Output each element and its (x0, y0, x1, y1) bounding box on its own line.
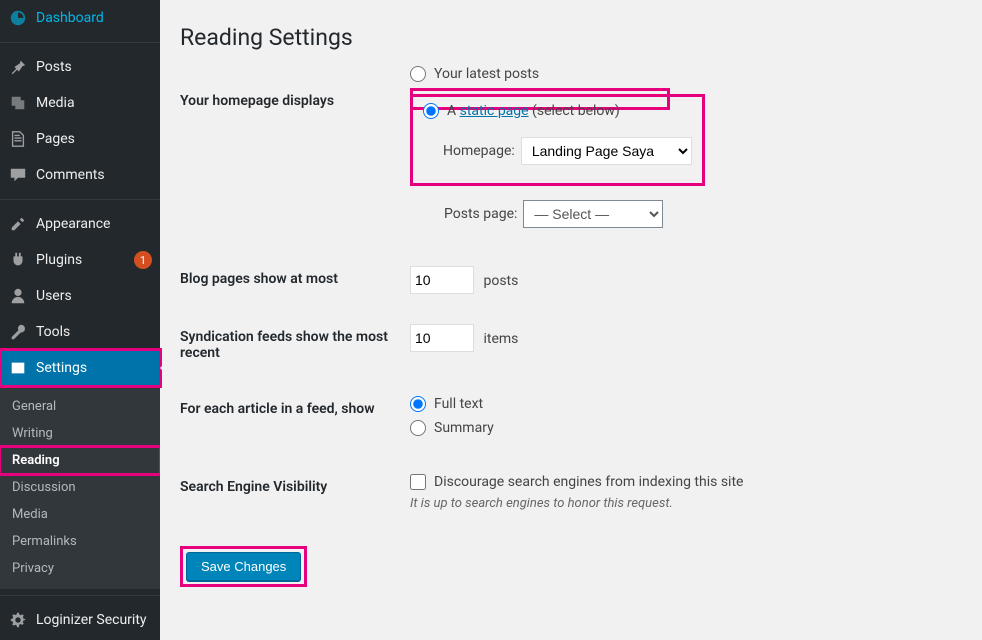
update-badge: 1 (134, 251, 152, 269)
dashboard-icon (8, 8, 28, 28)
blog-pages-input[interactable] (410, 266, 474, 294)
radio-summary-label: Summary (434, 420, 494, 436)
sidebar-label: Dashboard (36, 10, 152, 26)
sidebar-item-plugins[interactable]: Plugins 1 (0, 242, 160, 278)
appearance-icon (8, 214, 28, 234)
sidebar-label: Posts (36, 59, 152, 75)
highlight-save-box: Save Changes (180, 546, 307, 587)
radio-latest-posts[interactable] (410, 66, 426, 82)
submenu-general[interactable]: General (0, 393, 160, 420)
sidebar-label: Users (36, 288, 152, 304)
sidebar-label: Tools (36, 324, 152, 340)
sidebar-label: Settings (36, 360, 152, 376)
admin-sidebar: Dashboard Posts Media Pages Comments App… (0, 0, 160, 640)
sidebar-label: Comments (36, 167, 152, 183)
pages-icon (8, 129, 28, 149)
radio-full-text-label: Full text (434, 396, 483, 412)
submenu-reading[interactable]: Reading (0, 447, 160, 474)
comments-icon (8, 165, 28, 185)
homepage-displays-label: Your homepage displays (180, 73, 400, 251)
main-content: Reading Settings Your homepage displays … (160, 0, 982, 640)
syndication-input[interactable] (410, 324, 474, 352)
sidebar-item-appearance[interactable]: Appearance (0, 206, 160, 242)
sidebar-item-loginizer[interactable]: Loginizer Security (0, 602, 160, 638)
settings-form: Your homepage displays Your latest posts (180, 73, 962, 526)
static-page-link[interactable]: static page (460, 103, 529, 119)
sev-check-label: Discourage search engines from indexing … (434, 474, 743, 490)
gear-icon (8, 610, 28, 630)
sidebar-item-settings[interactable]: Settings (0, 350, 160, 386)
submenu-privacy[interactable]: Privacy (0, 555, 160, 582)
sidebar-item-comments[interactable]: Comments (0, 157, 160, 193)
radio-static-page[interactable] (423, 103, 439, 119)
homepage-select[interactable]: Landing Page Saya (521, 137, 692, 165)
pin-icon (8, 57, 28, 77)
sev-label: Search Engine Visibility (180, 459, 400, 526)
sidebar-label: Pages (36, 131, 152, 147)
sev-desc: It is up to search engines to honor this… (410, 496, 952, 511)
sev-checkbox[interactable] (410, 474, 426, 490)
submenu-permalinks[interactable]: Permalinks (0, 528, 160, 555)
radio-full-text[interactable] (410, 396, 426, 412)
blog-pages-label: Blog pages show at most (180, 251, 400, 309)
highlight-homepage-box: A static page (select below) Homepage: L… (410, 94, 705, 186)
feed-label: For each article in a feed, show (180, 381, 400, 459)
sidebar-item-media[interactable]: Media (0, 85, 160, 121)
save-button[interactable]: Save Changes (186, 552, 301, 581)
postspage-select[interactable]: — Select — (523, 200, 663, 228)
page-title: Reading Settings (180, 24, 962, 51)
blog-pages-unit: posts (483, 273, 518, 289)
users-icon (8, 286, 28, 306)
sidebar-label: Plugins (36, 252, 129, 268)
settings-icon (8, 358, 28, 378)
sidebar-item-tools[interactable]: Tools (0, 314, 160, 350)
submenu-discussion[interactable]: Discussion (0, 474, 160, 501)
plugins-icon (8, 250, 28, 270)
sidebar-label: Media (36, 95, 152, 111)
submenu-writing[interactable]: Writing (0, 420, 160, 447)
homepage-select-label: Homepage: (443, 143, 515, 159)
radio-latest-posts-label: Your latest posts (434, 66, 539, 82)
sidebar-label: Loginizer Security (36, 612, 152, 628)
postspage-select-label: Posts page: (444, 206, 517, 222)
sidebar-item-dashboard[interactable]: Dashboard (0, 0, 160, 36)
media-icon (8, 93, 28, 113)
sidebar-item-users[interactable]: Users (0, 278, 160, 314)
syndication-label: Syndication feeds show the most recent (180, 309, 400, 381)
sidebar-item-posts[interactable]: Posts (0, 49, 160, 85)
radio-static-label: A static page (select below) (447, 103, 620, 119)
sidebar-label: Appearance (36, 216, 152, 232)
sidebar-item-pages[interactable]: Pages (0, 121, 160, 157)
settings-submenu: General Writing Reading Discussion Media… (0, 386, 160, 589)
syndication-unit: items (483, 331, 518, 347)
radio-summary[interactable] (410, 420, 426, 436)
tools-icon (8, 322, 28, 342)
submenu-media[interactable]: Media (0, 501, 160, 528)
